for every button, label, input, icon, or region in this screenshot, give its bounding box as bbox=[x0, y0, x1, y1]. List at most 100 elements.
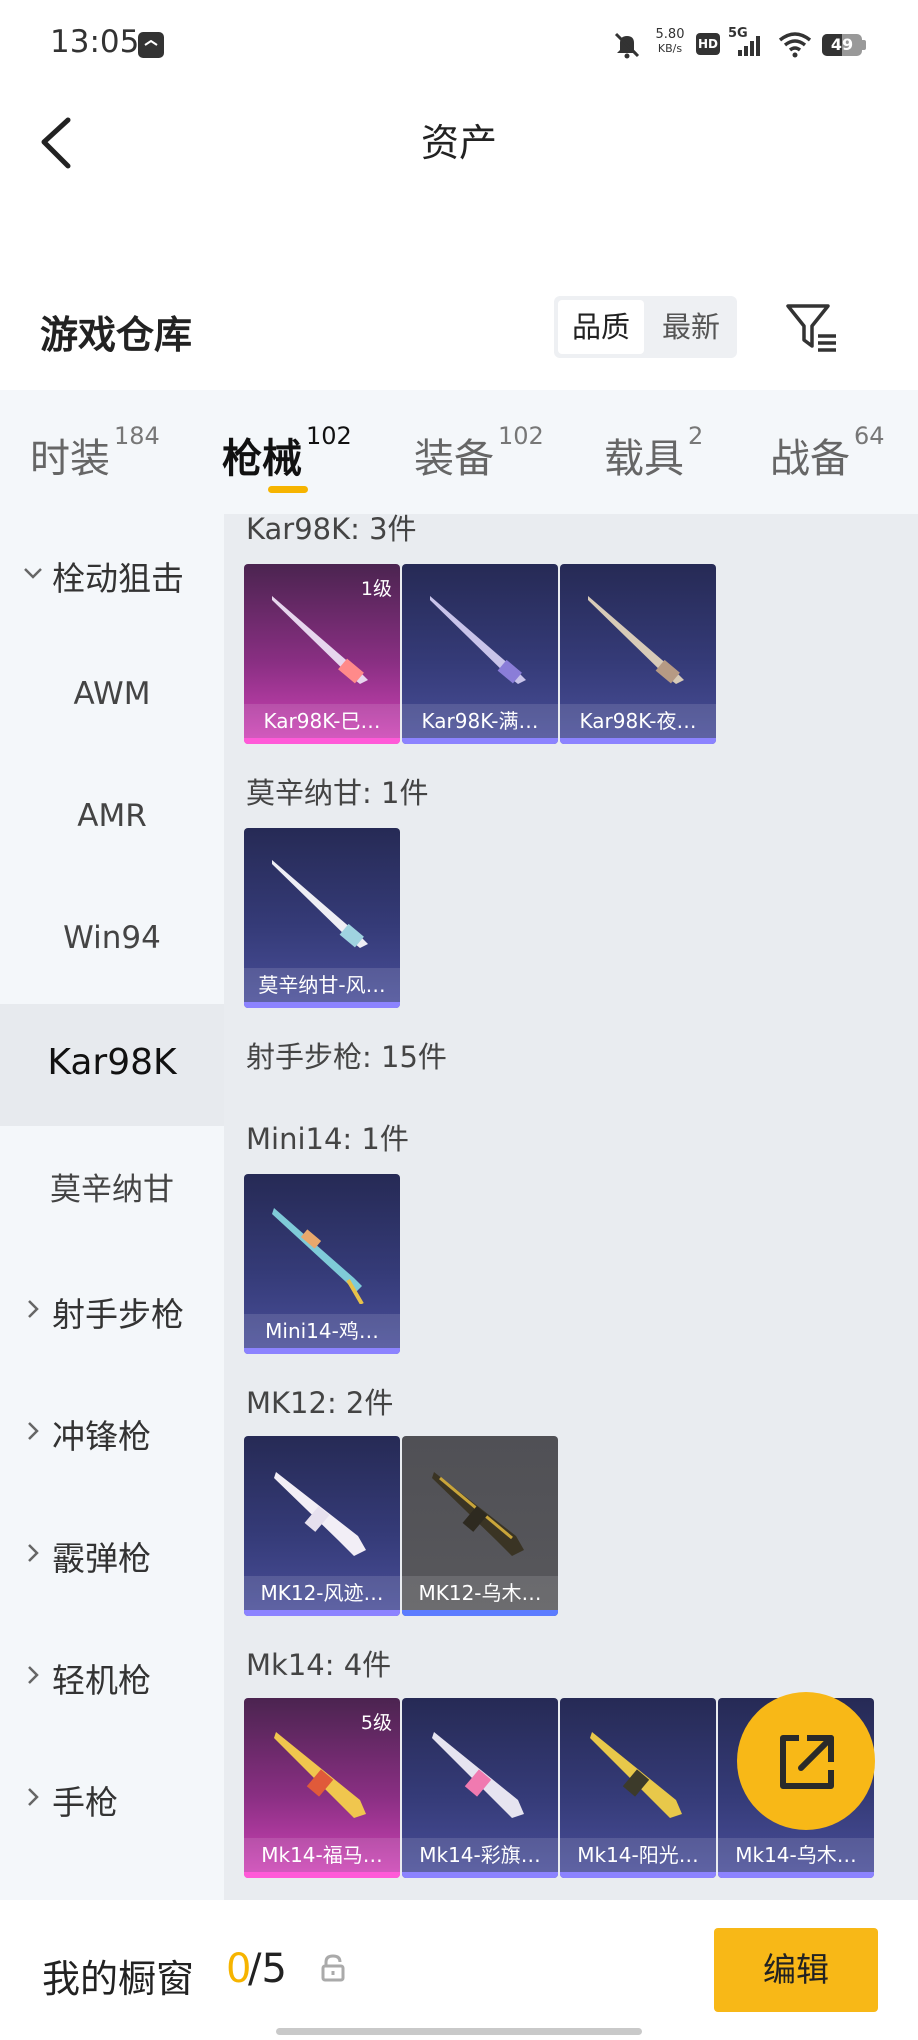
sidebar-item-label: AWM bbox=[73, 676, 151, 712]
tab-supplies[interactable]: 战备 64 bbox=[770, 422, 885, 484]
item-card[interactable]: MK12-风迹… bbox=[244, 1436, 400, 1616]
chevron-right-icon bbox=[28, 1544, 39, 1562]
sidebar-item-label: 栓动狙击 bbox=[52, 559, 184, 598]
rarity-bar bbox=[560, 738, 716, 744]
rarity-bar bbox=[244, 1348, 400, 1354]
sidebar-item-pistol[interactable]: 手枪 bbox=[0, 1738, 224, 1854]
tab-firearms[interactable]: 枪械 102 bbox=[222, 422, 352, 484]
item-name: Mk14-福马… bbox=[244, 1838, 400, 1872]
edit-button[interactable]: 编辑 bbox=[714, 1928, 878, 2012]
net-speed-value: 5.80 bbox=[655, 27, 685, 42]
mute-bell-icon bbox=[612, 30, 642, 60]
sidebar-item-shotgun[interactable]: 霰弹枪 bbox=[0, 1494, 224, 1610]
section-heading-mini14: Mini14: 1件 bbox=[246, 1122, 409, 1156]
rifle-icon bbox=[272, 1208, 364, 1304]
rarity-bar bbox=[244, 1002, 400, 1008]
item-card[interactable]: Mk14-阳光… bbox=[560, 1698, 716, 1878]
tab-count: 102 bbox=[306, 422, 352, 450]
tab-equipment[interactable]: 装备 102 bbox=[414, 422, 544, 484]
tab-fashion[interactable]: 时装 184 bbox=[30, 422, 160, 484]
wifi-icon bbox=[778, 30, 812, 58]
sidebar-item-win94[interactable]: Win94 bbox=[0, 882, 224, 998]
tab-vehicles[interactable]: 载具 2 bbox=[604, 422, 703, 484]
item-card[interactable]: MK12-乌木… bbox=[402, 1436, 558, 1616]
item-name: MK12-乌木… bbox=[402, 1576, 558, 1610]
item-card[interactable]: 5级 Mk14-福马… bbox=[244, 1698, 400, 1878]
chevron-right-icon bbox=[28, 1300, 39, 1318]
item-name: Mini14-鸡… bbox=[244, 1314, 400, 1348]
item-name: 莫辛纳甘-风… bbox=[244, 968, 400, 1002]
tab-label: 载具 bbox=[604, 436, 684, 482]
item-name: Mk14-乌木… bbox=[718, 1838, 874, 1872]
sidebar-item-label: 霰弹枪 bbox=[52, 1539, 151, 1578]
sort-quality-button[interactable]: 品质 bbox=[558, 300, 644, 354]
net-speed-unit: KB/s bbox=[657, 42, 683, 55]
section-heading-mk14: Mk14: 4件 bbox=[246, 1648, 392, 1682]
tab-label: 战备 bbox=[770, 436, 850, 482]
chevron-right-icon bbox=[28, 1422, 39, 1440]
rifle-icon bbox=[274, 1472, 366, 1556]
section-heading-kar98k: Kar98K: 3件 bbox=[246, 514, 417, 546]
item-card[interactable]: Mk14-彩旗… bbox=[402, 1698, 558, 1878]
item-name: MK12-风迹… bbox=[244, 1576, 400, 1610]
rifle-icon bbox=[590, 1732, 682, 1818]
tab-label: 装备 bbox=[414, 436, 494, 482]
section-heading-dmr: 射手步枪: 15件 bbox=[246, 1040, 447, 1074]
tab-count: 102 bbox=[498, 422, 544, 450]
item-name: Kar98K-夜… bbox=[560, 704, 716, 738]
sidebar-item-label: 射手步枪 bbox=[52, 1295, 184, 1334]
home-indicator bbox=[276, 2028, 642, 2035]
external-link-icon bbox=[780, 1735, 834, 1789]
battery-level: 49 bbox=[830, 35, 854, 54]
item-card[interactable]: Kar98K-满… bbox=[402, 564, 558, 744]
lock-icon bbox=[320, 1954, 346, 1982]
rifle-icon bbox=[432, 1472, 524, 1556]
sort-newest-button[interactable]: 最新 bbox=[648, 300, 734, 354]
share-float-button[interactable] bbox=[737, 1692, 875, 1830]
sidebar-item-label: AMR bbox=[77, 798, 147, 834]
rifle-icon bbox=[432, 1732, 524, 1818]
filter-button[interactable] bbox=[782, 300, 842, 356]
sidebar-item-dmr[interactable]: 射手步枪 bbox=[0, 1250, 224, 1366]
chevron-right-icon bbox=[28, 1666, 39, 1684]
rarity-bar bbox=[402, 738, 558, 744]
sort-toggle: 品质 最新 bbox=[554, 296, 737, 358]
sidebar-item-mosin[interactable]: 莫辛纳甘 bbox=[0, 1126, 224, 1242]
tab-count: 2 bbox=[688, 422, 704, 450]
item-card[interactable]: 莫辛纳甘-风… bbox=[244, 828, 400, 1008]
chevron-right-icon bbox=[28, 1788, 39, 1806]
rifle-icon bbox=[272, 860, 368, 948]
category-tabs: 时装 184 枪械 102 装备 102 载具 2 战备 64 bbox=[0, 390, 918, 514]
tab-count: 64 bbox=[854, 422, 885, 450]
rarity-bar bbox=[402, 1872, 558, 1878]
sidebar-item-bolt-action[interactable]: 栓动狙击 bbox=[0, 514, 224, 630]
rarity-bar bbox=[560, 1872, 716, 1878]
rarity-bar bbox=[244, 1872, 400, 1878]
sidebar-item-lmg[interactable]: 轻机枪 bbox=[0, 1616, 224, 1732]
showcase-label: 我的橱窗 bbox=[42, 1957, 195, 2001]
item-card[interactable]: Mini14-鸡… bbox=[244, 1174, 400, 1354]
item-name: Mk14-阳光… bbox=[560, 1838, 716, 1872]
section-heading-mosin: 莫辛纳甘: 1件 bbox=[246, 776, 429, 810]
rifle-icon bbox=[588, 596, 684, 684]
warehouse-title: 游戏仓库 bbox=[40, 313, 193, 357]
item-name: Kar98K-巳… bbox=[244, 704, 400, 738]
weapon-category-sidebar: 栓动狙击 AWM AMR Win94 Kar98K 莫辛纳甘 射手步枪 冲锋枪 … bbox=[0, 514, 224, 1900]
notification-icon bbox=[138, 32, 164, 58]
status-time: 13:05 bbox=[50, 24, 140, 60]
net-speed: 5.80 KB/s bbox=[650, 28, 690, 56]
sidebar-item-amr[interactable]: AMR bbox=[0, 760, 224, 876]
page-title: 资产 bbox=[420, 121, 497, 165]
sidebar-item-smg[interactable]: 冲锋枪 bbox=[0, 1372, 224, 1488]
sidebar-item-kar98k[interactable]: Kar98K bbox=[0, 1004, 224, 1126]
item-card[interactable]: Kar98K-夜… bbox=[560, 564, 716, 744]
battery-icon: 49 bbox=[822, 34, 866, 56]
item-card[interactable]: 1级 Kar98K-巳… bbox=[244, 564, 400, 744]
active-tab-indicator bbox=[268, 486, 308, 493]
rarity-bar bbox=[244, 1610, 400, 1616]
sidebar-item-awm[interactable]: AWM bbox=[0, 638, 224, 754]
tab-count: 184 bbox=[114, 422, 160, 450]
section-heading-mk12: MK12: 2件 bbox=[246, 1386, 394, 1420]
item-name: Kar98K-满… bbox=[402, 704, 558, 738]
rarity-bar bbox=[244, 738, 400, 744]
